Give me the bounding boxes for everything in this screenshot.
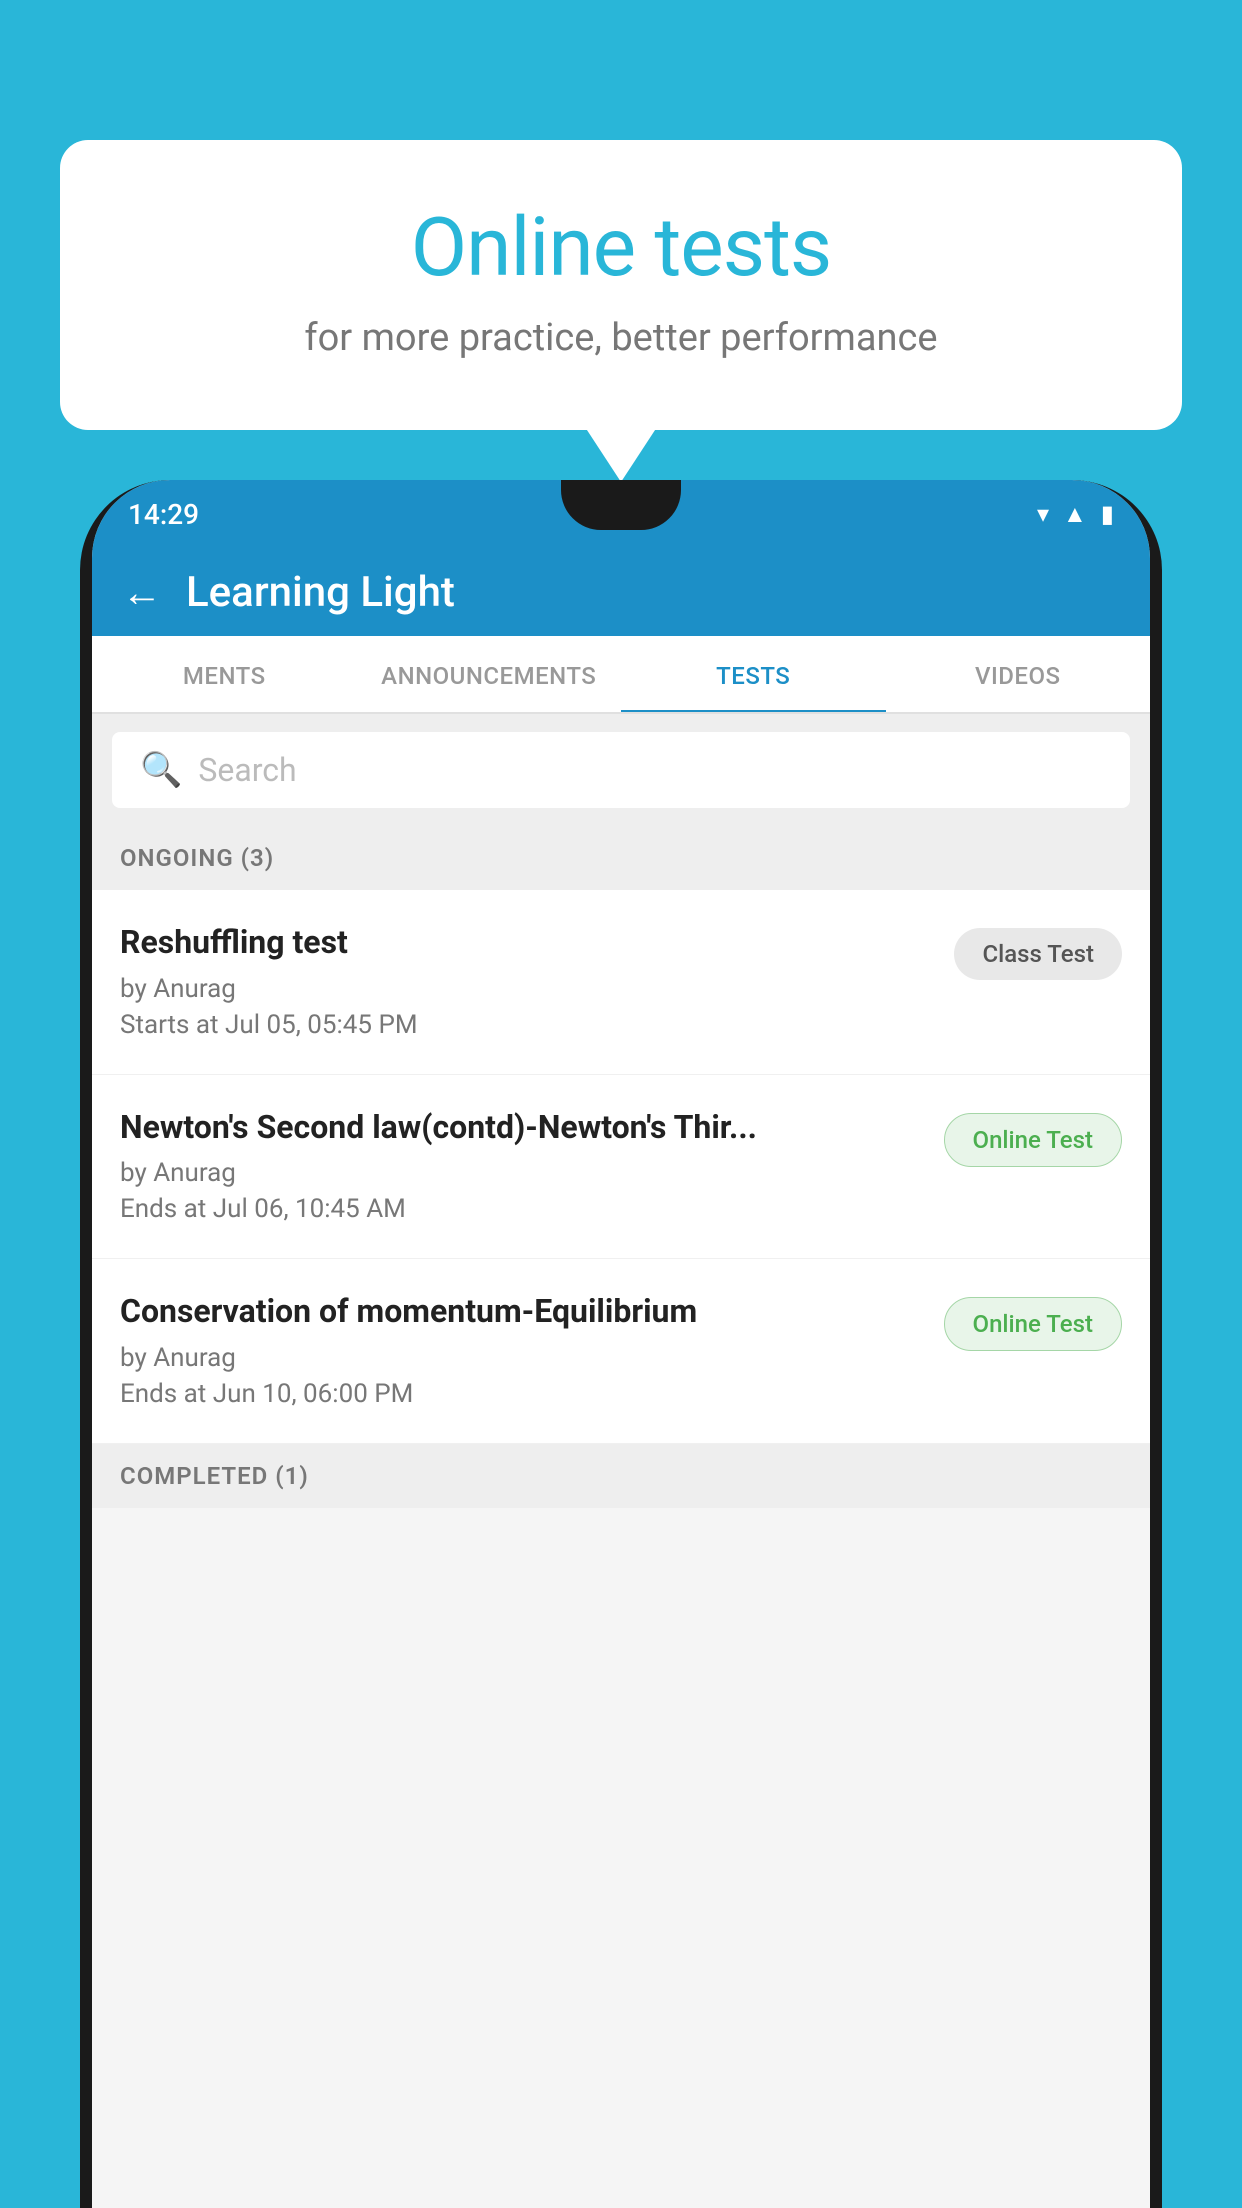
status-bar-icons: ▾ ▲ ▮: [1037, 500, 1114, 529]
speech-bubble-container: Online tests for more practice, better p…: [60, 140, 1182, 430]
test-item-3[interactable]: Conservation of momentum-Equilibrium by …: [92, 1259, 1150, 1444]
test-time-1: Starts at Jul 05, 05:45 PM: [120, 1010, 934, 1040]
app-header: ← Learning Light: [92, 548, 1150, 636]
test-list: Reshuffling test by Anurag Starts at Jul…: [92, 890, 1150, 1444]
search-icon: 🔍: [140, 750, 182, 790]
search-bar[interactable]: 🔍 Search: [112, 732, 1130, 808]
test-time-3: Ends at Jun 10, 06:00 PM: [120, 1379, 924, 1409]
tab-videos[interactable]: VIDEOS: [886, 636, 1151, 712]
tab-ments[interactable]: MENTS: [92, 636, 357, 712]
test-badge-1: Class Test: [954, 928, 1122, 980]
status-bar-time: 14:29: [128, 498, 199, 531]
status-bar: 14:29 ▾ ▲ ▮: [92, 480, 1150, 548]
test-author-2: by Anurag: [120, 1158, 924, 1188]
test-badge-3: Online Test: [944, 1297, 1122, 1351]
test-time-2: Ends at Jul 06, 10:45 AM: [120, 1194, 924, 1224]
signal-icon: ▲: [1063, 500, 1087, 529]
wifi-icon: ▾: [1037, 500, 1049, 528]
test-item-2[interactable]: Newton's Second law(contd)-Newton's Thir…: [92, 1075, 1150, 1260]
tab-announcements[interactable]: ANNOUNCEMENTS: [357, 636, 622, 712]
speech-bubble: Online tests for more practice, better p…: [60, 140, 1182, 430]
test-info-1: Reshuffling test by Anurag Starts at Jul…: [120, 922, 934, 1040]
ongoing-section-header: ONGOING (3): [92, 826, 1150, 890]
tabs-container: MENTS ANNOUNCEMENTS TESTS VIDEOS: [92, 636, 1150, 714]
back-button[interactable]: ←: [122, 569, 162, 616]
phone-inner: 14:29 ▾ ▲ ▮ ← Learning Light MENTS ANNOU…: [92, 480, 1150, 2208]
test-author-3: by Anurag: [120, 1343, 924, 1373]
test-item-1[interactable]: Reshuffling test by Anurag Starts at Jul…: [92, 890, 1150, 1075]
test-author-1: by Anurag: [120, 974, 934, 1004]
test-info-2: Newton's Second law(contd)-Newton's Thir…: [120, 1107, 924, 1225]
battery-icon: ▮: [1101, 500, 1114, 528]
speech-bubble-title: Online tests: [140, 200, 1102, 296]
completed-section-header: COMPLETED (1): [92, 1444, 1150, 1508]
app-header-title: Learning Light: [186, 568, 455, 617]
test-name-2: Newton's Second law(contd)-Newton's Thir…: [120, 1107, 924, 1149]
phone-frame: 14:29 ▾ ▲ ▮ ← Learning Light MENTS ANNOU…: [80, 480, 1162, 2208]
test-badge-2: Online Test: [944, 1113, 1122, 1167]
test-info-3: Conservation of momentum-Equilibrium by …: [120, 1291, 924, 1409]
speech-bubble-subtitle: for more practice, better performance: [140, 316, 1102, 360]
tab-tests[interactable]: TESTS: [621, 636, 886, 712]
status-bar-notch: [561, 480, 681, 530]
search-container: 🔍 Search: [92, 714, 1150, 826]
test-name-3: Conservation of momentum-Equilibrium: [120, 1291, 924, 1333]
test-name-1: Reshuffling test: [120, 922, 934, 964]
search-input[interactable]: Search: [198, 751, 296, 789]
